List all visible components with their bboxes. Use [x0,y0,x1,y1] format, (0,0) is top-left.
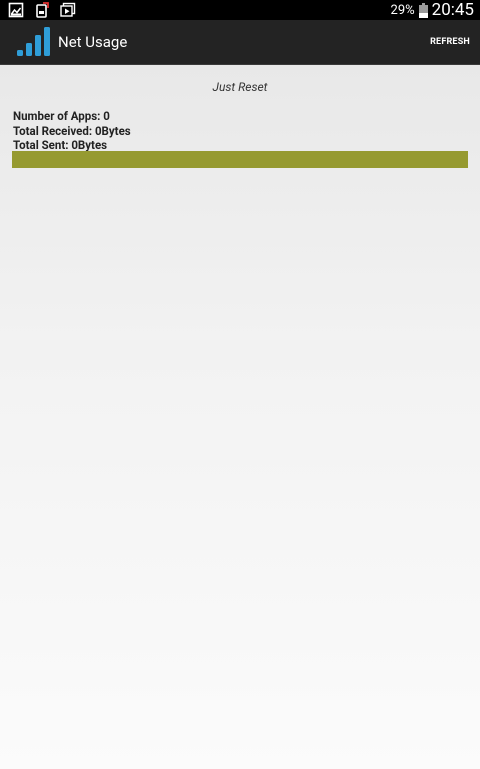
app-title: Net Usage [58,33,128,51]
photo-album-icon [60,2,76,17]
number-of-apps: Number of Apps: 0 [13,109,110,123]
signal-bars-icon[interactable] [17,25,53,57]
status-message: Just Reset [212,80,268,94]
usage-stats: Number of Apps: 0 Total Received: 0Bytes… [13,109,131,153]
android-debug-icon [36,2,49,18]
action-bar: Net Usage REFRESH [0,20,480,65]
image-notification-icon [8,2,24,18]
battery-icon [418,2,428,18]
usage-bar [12,151,468,168]
notification-icons [8,2,76,18]
status-bar: 29% 20:45 [0,0,480,20]
status-indicators: 29% 20:45 [391,0,474,20]
refresh-button[interactable]: REFRESH [430,37,470,48]
total-received: Total Received: 0Bytes [13,123,131,138]
clock: 20:45 [431,0,474,20]
battery-percent: 29% [390,2,415,18]
